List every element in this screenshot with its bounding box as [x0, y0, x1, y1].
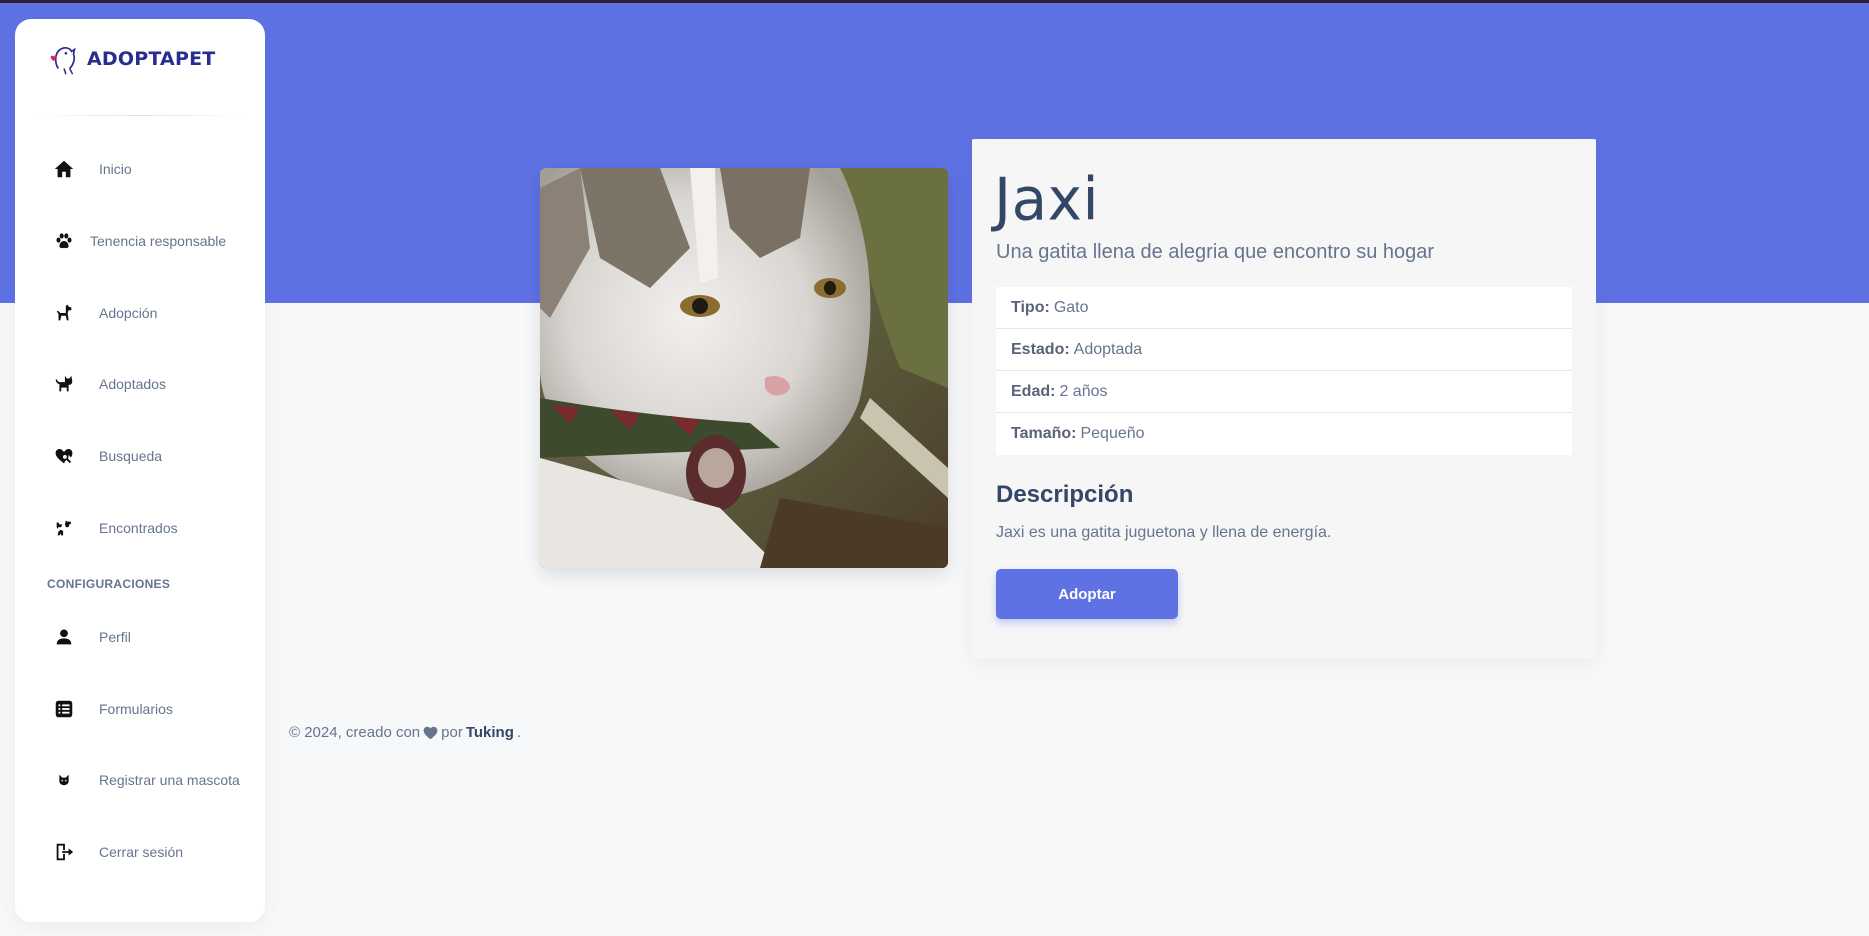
sidebar-item-label: Formularios [99, 701, 173, 717]
pet-photo [540, 168, 948, 568]
attribute-value: Pequeño [1080, 425, 1145, 442]
attribute-value: Adoptada [1073, 340, 1143, 358]
attribute-key: Edad: [1011, 382, 1056, 400]
pet-attributes-list: Tipo: Gato Estado: Adoptada Edad: 2 años… [996, 287, 1572, 455]
sidebar-item-inicio[interactable]: Inicio [15, 139, 265, 199]
brand-logo-icon [50, 46, 76, 75]
attribute-key: Tamaño: [1011, 425, 1077, 442]
sidebar-item-label: Encontrados [99, 520, 178, 536]
pets-found-icon [51, 515, 77, 541]
sidebar-item-adopcion[interactable]: Adopción [15, 283, 265, 343]
sidebar: ADOPTAPET Inicio Tenencia responsable Ad… [15, 19, 265, 922]
sidebar-divider [35, 115, 245, 116]
pet-name: Jaxi [994, 164, 1100, 234]
footer-author-link[interactable]: Tuking [466, 724, 514, 741]
sidebar-item-encontrados[interactable]: Encontrados [15, 498, 265, 558]
sidebar-item-label: Perfil [99, 629, 131, 645]
footer-prefix: © 2024, creado con [289, 724, 421, 741]
sidebar-item-adoptados[interactable]: Adoptados [15, 354, 265, 414]
footer-suffix: . [516, 724, 522, 741]
sidebar-item-label: Registrar una mascota [99, 772, 240, 788]
attribute-key: Estado: [1011, 340, 1070, 358]
cat-icon [51, 371, 77, 397]
section-heading-configuraciones: CONFIGURACIONES [47, 577, 171, 591]
attribute-value: Gato [1053, 298, 1089, 316]
sidebar-item-label: Cerrar sesión [99, 844, 184, 860]
sidebar-item-busqueda[interactable]: Busqueda [15, 426, 265, 486]
pet-details-card: Jaxi Una gatita llena de alegria que enc… [972, 139, 1596, 659]
search-heart-icon [51, 443, 77, 469]
attribute-row-tipo: Tipo: Gato [996, 287, 1572, 329]
footer-middle: por [441, 724, 463, 741]
attribute-row-edad: Edad: 2 años [996, 371, 1572, 413]
sidebar-item-label: Busqueda [99, 448, 163, 464]
cat-face-icon [51, 767, 77, 793]
dog-icon [51, 300, 77, 326]
sidebar-item-label: Tenencia responsable [90, 233, 227, 249]
sidebar-item-registrar-mascota[interactable]: Registrar una mascota [15, 750, 265, 810]
sidebar-item-formularios[interactable]: Formularios [15, 679, 265, 739]
sidebar-item-perfil[interactable]: Perfil [15, 607, 265, 667]
user-icon [51, 624, 77, 650]
attribute-value: 2 años [1059, 382, 1108, 400]
description-title: Descripción [996, 481, 1134, 508]
adopt-button[interactable]: Adoptar [996, 569, 1178, 619]
heart-icon [423, 726, 438, 740]
sidebar-item-label: Inicio [99, 161, 132, 177]
list-form-icon [51, 696, 77, 722]
sidebar-item-cerrar-sesion[interactable]: Cerrar sesión [15, 822, 265, 882]
brand-name: ADOPTAPET [87, 48, 216, 70]
attribute-key: Tipo: [1011, 298, 1050, 316]
sidebar-item-tenencia-responsable[interactable]: Tenencia responsable [15, 211, 265, 271]
description-text: Jaxi es una gatita juguetona y llena de … [996, 524, 1332, 541]
sidebar-item-label: Adoptados [99, 376, 166, 392]
house-icon [51, 156, 77, 182]
attribute-row-estado: Estado: Adoptada [996, 329, 1572, 371]
pet-subtitle: Una gatita llena de alegria que encontro… [996, 241, 1435, 263]
brand[interactable]: ADOPTAPET [45, 39, 215, 79]
attribute-row-tamano: Tamaño: Pequeño [996, 413, 1572, 455]
sidebar-item-label: Adopción [99, 305, 158, 321]
paw-icon [51, 228, 77, 254]
logout-icon [51, 839, 77, 865]
footer: © 2024, creado con por Tuking . [289, 724, 521, 741]
